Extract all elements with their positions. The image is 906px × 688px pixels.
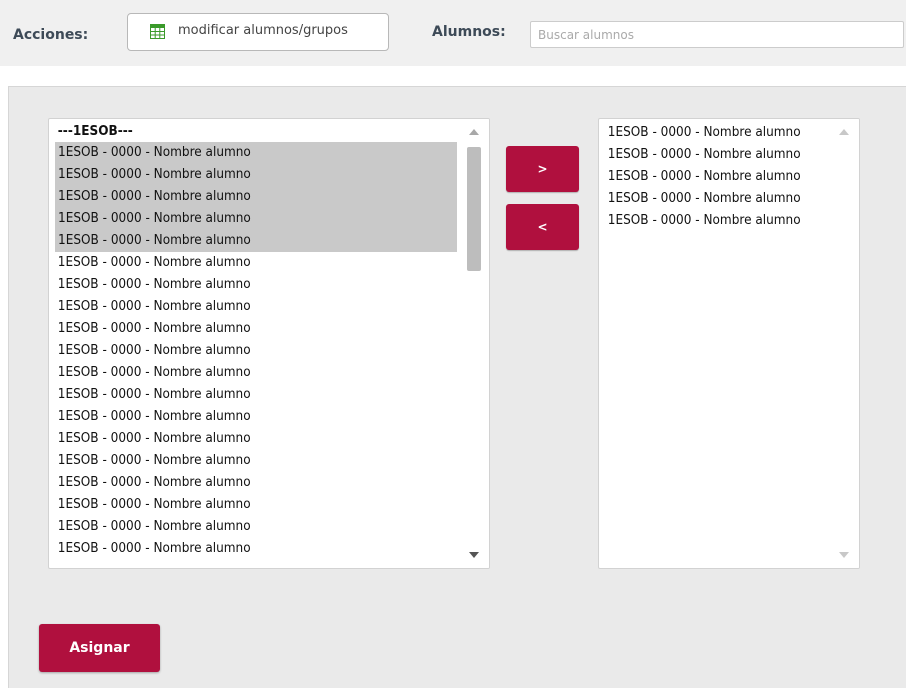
student-option-label: 1ESOB - 0000 - Nombre alumno (58, 167, 251, 182)
available-students-list[interactable]: ---1ESOB--- 1ESOB - 0000 - Nombre alumno… (48, 118, 490, 569)
scroll-up-arrow-icon[interactable] (469, 129, 479, 135)
student-option-label: 1ESOB - 0000 - Nombre alumno (58, 211, 251, 226)
student-option[interactable]: 1ESOB - 0000 - Nombre alumno (55, 340, 429, 362)
scroll-down-arrow-icon[interactable] (839, 552, 849, 558)
alumnos-label: Alumnos: (432, 24, 506, 40)
move-right-button[interactable]: > (506, 146, 579, 192)
assign-button[interactable]: Asignar (39, 624, 160, 672)
student-option[interactable]: 1ESOB - 0000 - Nombre alumno (55, 516, 429, 538)
student-option[interactable]: 1ESOB - 0000 - Nombre alumno (55, 362, 429, 384)
student-option[interactable]: 1ESOB - 0000 - Nombre alumno (55, 296, 429, 318)
scroll-up-arrow-icon[interactable] (839, 129, 849, 135)
assigned-student-option[interactable]: 1ESOB - 0000 - Nombre alumno (605, 210, 811, 232)
assigned-students-list[interactable]: 1ESOB - 0000 - Nombre alumno 1ESOB - 0000… (598, 118, 860, 569)
student-option[interactable]: 1ESOB - 0000 - Nombre alumno (55, 494, 429, 516)
assigned-student-option[interactable]: 1ESOB - 0000 - Nombre alumno (605, 144, 811, 166)
assignment-panel: ---1ESOB--- 1ESOB - 0000 - Nombre alumno… (8, 86, 906, 688)
student-option[interactable]: 1ESOB - 0000 - Nombre alumno (55, 384, 429, 406)
search-students-input[interactable] (530, 21, 904, 48)
modify-students-groups-button[interactable]: modificar alumnos/grupos (127, 13, 389, 51)
left-list-scrollbar[interactable] (459, 119, 489, 568)
assigned-student-option[interactable]: 1ESOB - 0000 - Nombre alumno (605, 122, 811, 144)
student-option[interactable]: 1ESOB - 0000 - Nombre alumno (55, 252, 429, 274)
student-option[interactable]: 1ESOB - 0000 - Nombre alumno (55, 230, 457, 252)
scroll-thumb[interactable] (467, 147, 481, 271)
acciones-label: Acciones: (13, 27, 89, 43)
student-option[interactable]: 1ESOB - 0000 - Nombre alumno (55, 274, 429, 296)
student-option[interactable]: 1ESOB - 0000 - Nombre alumno (55, 208, 457, 230)
assigned-student-option[interactable]: 1ESOB - 0000 - Nombre alumno (605, 188, 811, 210)
move-left-button[interactable]: < (506, 204, 579, 250)
student-option[interactable]: 1ESOB - 0000 - Nombre alumno (55, 142, 457, 164)
student-option[interactable]: 1ESOB - 0000 - Nombre alumno (55, 428, 429, 450)
student-option[interactable]: 1ESOB - 0000 - Nombre alumno (55, 318, 429, 340)
student-option[interactable]: 1ESOB - 0000 - Nombre alumno (55, 406, 429, 428)
student-option[interactable]: 1ESOB - 0000 - Nombre alumno (55, 164, 457, 186)
student-option-label: 1ESOB - 0000 - Nombre alumno (58, 189, 251, 204)
student-option[interactable]: 1ESOB - 0000 - Nombre alumno (55, 472, 429, 494)
grid-icon (150, 24, 165, 39)
modify-students-groups-label: modificar alumnos/grupos (178, 23, 348, 38)
student-option[interactable]: 1ESOB - 0000 - Nombre alumno (55, 450, 429, 472)
student-option[interactable]: 1ESOB - 0000 - Nombre alumno (55, 538, 429, 560)
scroll-down-arrow-icon[interactable] (469, 552, 479, 558)
student-option[interactable]: 1ESOB - 0000 - Nombre alumno (55, 186, 457, 208)
group-header: ---1ESOB--- (57, 124, 133, 139)
student-option-label: 1ESOB - 0000 - Nombre alumno (58, 233, 251, 248)
student-option-label: 1ESOB - 0000 - Nombre alumno (58, 145, 251, 160)
assigned-student-option[interactable]: 1ESOB - 0000 - Nombre alumno (605, 166, 811, 188)
right-list-scrollbar[interactable] (829, 119, 859, 568)
available-students-items: ---1ESOB--- 1ESOB - 0000 - Nombre alumno… (55, 122, 457, 560)
assigned-students-items: 1ESOB - 0000 - Nombre alumno 1ESOB - 0000… (605, 122, 827, 232)
toolbar: Acciones: modificar alumnos/grupos Alumn… (0, 0, 906, 66)
